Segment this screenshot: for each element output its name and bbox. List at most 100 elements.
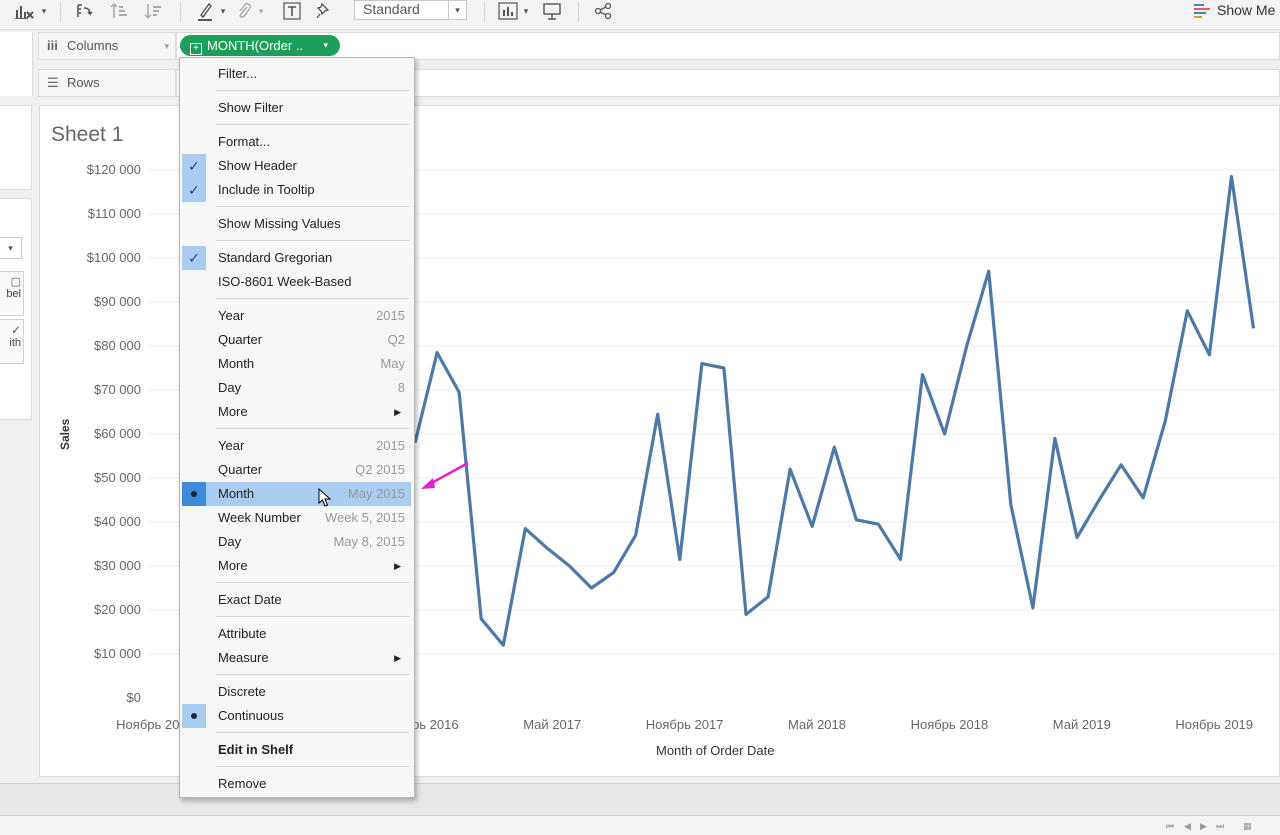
data-point[interactable] [1030, 605, 1036, 611]
menu-item-quarter[interactable]: Quarter Q2 [182, 328, 411, 352]
menu-item-example: 2015 [376, 438, 405, 453]
menu-item-exact-date[interactable]: Exact Date [182, 588, 411, 612]
chevron-down-icon[interactable]: ▾ [256, 0, 266, 22]
columns-shelf[interactable] [176, 32, 1280, 60]
menu-item-day[interactable]: Day 8 [182, 376, 411, 400]
data-point[interactable] [1074, 534, 1080, 540]
prev-page-icon[interactable]: ◀ [1184, 821, 1191, 832]
menu-item-week-number[interactable]: Week Number Week 5, 2015 [182, 506, 411, 530]
mark-size-select[interactable]: Standard ▾ [354, 0, 467, 20]
marks-label-button[interactable]: ▢ bel [0, 271, 24, 316]
data-point[interactable] [456, 389, 462, 395]
chevron-down-icon[interactable]: ▾ [218, 0, 228, 22]
chevron-down-icon[interactable]: ▾ [521, 0, 531, 22]
toolbar-divider [60, 2, 61, 22]
swap-icon[interactable] [73, 0, 95, 22]
data-point[interactable] [1096, 497, 1102, 503]
data-point[interactable] [611, 570, 617, 576]
data-point[interactable] [1162, 418, 1168, 424]
data-point[interactable] [1140, 495, 1146, 501]
y-axis-title[interactable]: Sales [58, 419, 72, 450]
data-point[interactable] [1206, 352, 1212, 358]
data-point[interactable] [655, 411, 661, 417]
data-point[interactable] [787, 466, 793, 472]
data-point[interactable] [544, 545, 550, 551]
menu-item-year[interactable]: Year 2015 [182, 304, 411, 328]
first-page-icon[interactable]: ⏮ [1166, 821, 1174, 832]
menu-item-show-filter[interactable]: Show Filter [182, 96, 411, 120]
last-page-icon[interactable]: ⏭ [1216, 821, 1224, 832]
grid-view-icon[interactable]: ▦ [1243, 821, 1252, 832]
menu-item-more[interactable]: More ▶ [182, 554, 411, 578]
data-point[interactable] [809, 523, 815, 529]
data-point[interactable] [566, 563, 572, 569]
data-point[interactable] [699, 361, 705, 367]
data-point[interactable] [1251, 325, 1257, 331]
data-point[interactable] [677, 556, 683, 562]
data-point[interactable] [920, 372, 926, 378]
menu-item-continuous[interactable]: Continuous [182, 704, 411, 728]
data-point[interactable] [633, 532, 639, 538]
menu-item-label: Continuous [218, 708, 284, 723]
paperclip-icon[interactable] [234, 0, 254, 22]
data-point[interactable] [964, 343, 970, 349]
menu-item-iso-8601-week-based[interactable]: ISO-8601 Week-Based [182, 270, 411, 294]
menu-item-format[interactable]: Format... [182, 130, 411, 154]
data-point[interactable] [589, 585, 595, 591]
data-point[interactable] [478, 616, 484, 622]
data-point[interactable] [500, 642, 506, 648]
data-point[interactable] [1008, 501, 1014, 507]
menu-item-month[interactable]: Month May [182, 352, 411, 376]
data-point[interactable] [765, 594, 771, 600]
menu-item-remove[interactable]: Remove [182, 772, 411, 796]
x-axis-title[interactable]: Month of Order Date [656, 743, 775, 758]
menu-item-day[interactable]: Day May 8, 2015 [182, 530, 411, 554]
data-point[interactable] [1228, 174, 1234, 180]
data-point[interactable] [522, 526, 528, 532]
menu-item-more[interactable]: More ▶ [182, 400, 411, 424]
data-point[interactable] [875, 521, 881, 527]
menu-item-include-in-tooltip[interactable]: ✓ Include in Tooltip [182, 178, 411, 202]
marks-detail-button[interactable]: ✓ ith [0, 319, 24, 364]
data-point[interactable] [986, 268, 992, 274]
data-point[interactable] [831, 444, 837, 450]
data-point[interactable] [942, 431, 948, 437]
menu-item-show-missing-values[interactable]: Show Missing Values [182, 212, 411, 236]
data-point[interactable] [1118, 462, 1124, 468]
menu-item-show-header[interactable]: ✓ Show Header [182, 154, 411, 178]
menu-item-filter[interactable]: Filter... [182, 62, 411, 86]
pin-icon[interactable] [314, 0, 334, 22]
data-point[interactable] [743, 611, 749, 617]
text-icon[interactable] [282, 0, 302, 22]
chevron-down-icon: ▾ [164, 41, 169, 51]
data-point[interactable] [1052, 435, 1058, 441]
data-point[interactable] [434, 350, 440, 356]
menu-item-standard-gregorian[interactable]: ✓ Standard Gregorian [182, 246, 411, 270]
menu-item-attribute[interactable]: Attribute [182, 622, 411, 646]
chart-clear-icon[interactable] [12, 0, 36, 22]
mark-type-dropdown[interactable]: ▾ [0, 237, 22, 259]
data-point[interactable] [721, 365, 727, 371]
menu-item-label: Standard Gregorian [218, 250, 333, 265]
menu-item-discrete[interactable]: Discrete [182, 680, 411, 704]
menu-item-measure[interactable]: Measure ▶ [182, 646, 411, 670]
data-point[interactable] [897, 556, 903, 562]
presentation-icon[interactable] [541, 0, 563, 22]
chevron-down-icon[interactable]: ▾ [38, 0, 50, 22]
show-me-button[interactable]: Show Me [1194, 0, 1275, 20]
sales-series-line[interactable] [413, 175, 1256, 647]
data-point[interactable] [853, 517, 859, 523]
next-page-icon[interactable]: ▶ [1200, 821, 1207, 832]
fit-chart-icon[interactable] [497, 0, 519, 22]
menu-item-month[interactable]: Month May 2015 [182, 482, 411, 506]
sort-desc-icon[interactable] [142, 0, 164, 22]
data-point[interactable] [1184, 308, 1190, 314]
menu-item-year[interactable]: Year 2015 [182, 434, 411, 458]
share-icon[interactable] [592, 0, 614, 22]
sort-asc-icon[interactable] [108, 0, 130, 22]
menu-separator [216, 674, 409, 675]
month-order-date-pill[interactable]: + MONTH(Order .. ▾ [180, 35, 340, 56]
menu-item-edit-in-shelf[interactable]: Edit in Shelf [182, 738, 411, 762]
highlight-pen-icon[interactable] [194, 0, 216, 22]
menu-item-quarter[interactable]: Quarter Q2 2015 [182, 458, 411, 482]
